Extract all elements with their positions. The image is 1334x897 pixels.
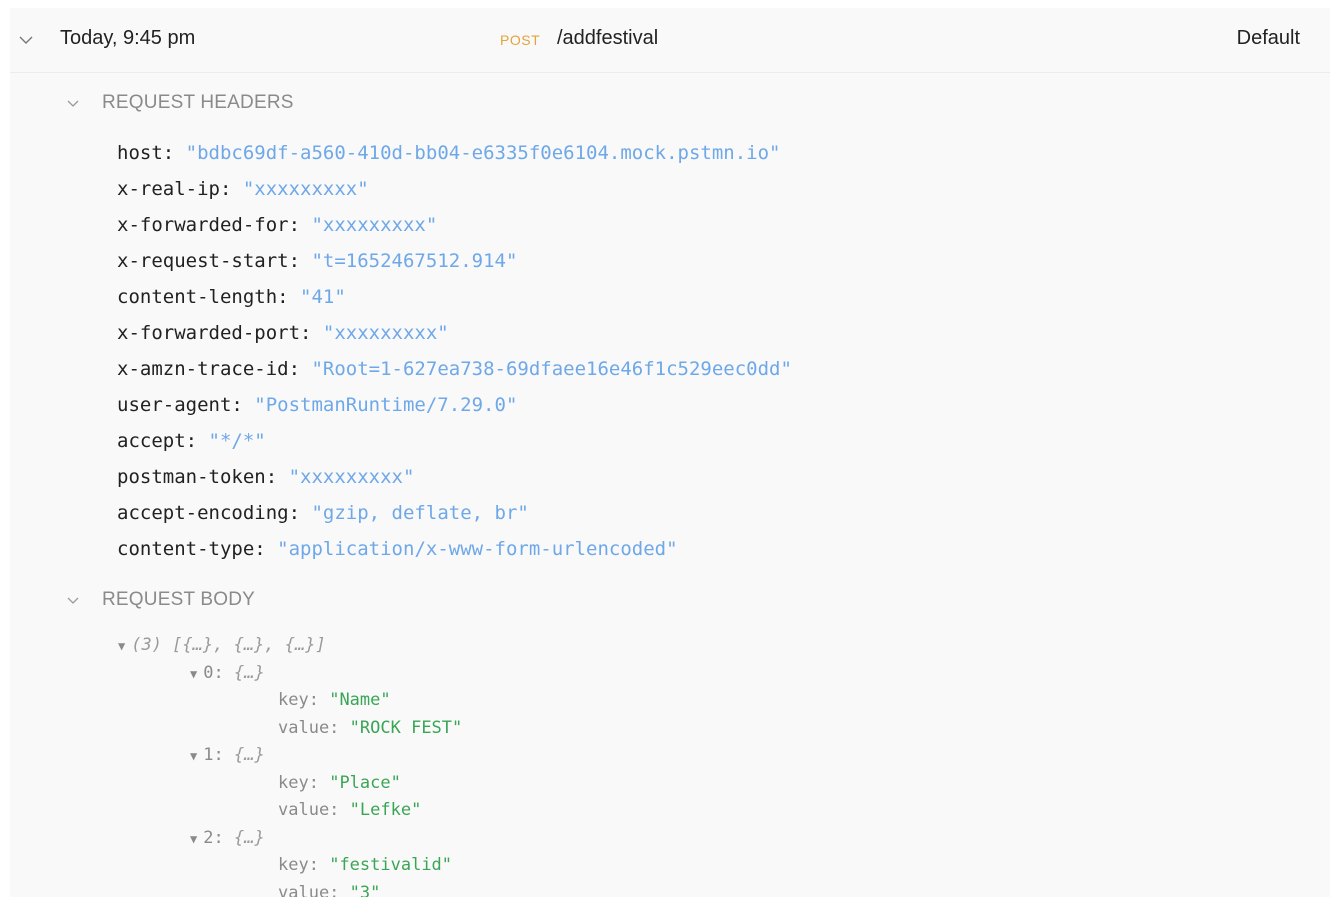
header-line: user-agent: "PostmanRuntime/7.29.0"	[117, 394, 518, 416]
tree-leaf: key: "Place"	[278, 772, 401, 793]
request-timestamp: Today, 9:45 pm	[60, 27, 196, 49]
header-line: x-forwarded-port: "xxxxxxxxx"	[117, 322, 449, 344]
request-path: /addfestival	[557, 27, 659, 49]
tree-leaf: key: "festivalid"	[278, 855, 453, 875]
triangle-down-icon[interactable]: ▼	[190, 661, 197, 688]
tree-leaf: value: "ROCK FEST"	[278, 717, 463, 738]
triangle-down-icon[interactable]: ▼	[118, 633, 125, 660]
tree-node[interactable]: ▼ 2: {…}	[118, 825, 462, 853]
tree-leaf: value: "3"	[278, 882, 381, 897]
header-line: x-amzn-trace-id: "Root=1-627ea738-69dfae…	[117, 358, 792, 380]
environment-label: Default	[1236, 27, 1300, 49]
request-row-header[interactable]: Today, 9:45 pm POST /addfestival Default	[10, 8, 1330, 73]
header-line: accept-encoding: "gzip, deflate, br"	[117, 502, 529, 524]
request-body-title[interactable]: REQUEST BODY	[102, 589, 255, 611]
triangle-down-icon[interactable]: ▼	[190, 826, 197, 853]
header-line: x-request-start: "t=1652467512.914"	[117, 250, 518, 272]
request-headers-title[interactable]: REQUEST HEADERS	[102, 92, 294, 114]
request-log-panel: Today, 9:45 pm POST /addfestival Default…	[10, 8, 1330, 897]
header-line: content-length: "41"	[117, 286, 346, 308]
tree-node[interactable]: ▼ 0: {…}	[118, 660, 462, 688]
header-line: x-forwarded-for: "xxxxxxxxx"	[117, 214, 438, 236]
chevron-down-icon[interactable]	[66, 596, 80, 606]
request-headers-list: host: "bdbc69df-a560-410d-bb04-e6335f0e6…	[117, 138, 792, 570]
header-line: accept: "*/*"	[117, 430, 266, 452]
header-line: host: "bdbc69df-a560-410d-bb04-e6335f0e6…	[117, 142, 781, 164]
chevron-down-icon[interactable]	[66, 99, 80, 109]
triangle-down-icon[interactable]: ▼	[190, 743, 197, 770]
tree-leaf: key: "Name"	[278, 690, 391, 710]
chevron-down-icon[interactable]	[18, 34, 34, 46]
header-line: postman-token: "xxxxxxxxx"	[117, 466, 415, 488]
header-line: content-type: "application/x-www-form-ur…	[117, 538, 678, 560]
tree-root[interactable]: ▼ (3) [{…}, {…}, {…}]	[118, 632, 462, 660]
request-body-tree: ▼ (3) [{…}, {…}, {…}] ▼ 0: {…} key: "Name"…	[118, 632, 462, 897]
header-line: x-real-ip: "xxxxxxxxx"	[117, 178, 369, 200]
tree-leaf: value: "Lefke"	[278, 800, 422, 820]
tree-node[interactable]: ▼ 1: {…}	[118, 742, 462, 770]
http-method-badge: POST	[500, 32, 541, 48]
